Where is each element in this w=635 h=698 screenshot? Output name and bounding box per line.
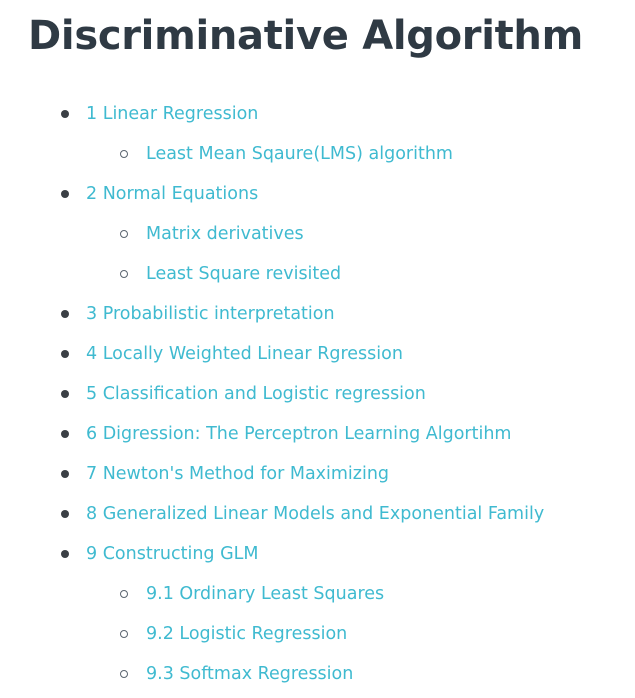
toc-item-logistic-regression: 9.2 Logistic Regression (0, 614, 635, 654)
disc-bullet-icon (61, 390, 69, 398)
toc-link-constructing-glm[interactable]: 9 Constructing GLM (86, 544, 259, 564)
page-title: Discriminative Algorithm (28, 13, 583, 59)
toc-link-least-square-revisited[interactable]: Least Square revisited (146, 264, 341, 284)
circle-bullet-icon (120, 630, 128, 638)
toc-link-linear-regression[interactable]: 1 Linear Regression (86, 104, 258, 124)
toc-link-perceptron[interactable]: 6 Digression: The Perceptron Learning Al… (86, 424, 511, 444)
toc-item-least-square-revisited: Least Square revisited (0, 254, 635, 294)
disc-bullet-icon (61, 110, 69, 118)
toc-item-classification-logistic: 5 Classification and Logistic regression (0, 374, 635, 414)
toc-item-lms-algorithm: Least Mean Sqaure(LMS) algorithm (0, 134, 635, 174)
disc-bullet-icon (61, 350, 69, 358)
toc-item-constructing-glm: 9 Constructing GLM (0, 534, 635, 574)
toc-link-probabilistic-interpretation[interactable]: 3 Probabilistic interpretation (86, 304, 335, 324)
circle-bullet-icon (120, 270, 128, 278)
toc-item-normal-equations: 2 Normal Equations (0, 174, 635, 214)
disc-bullet-icon (61, 190, 69, 198)
circle-bullet-icon (120, 230, 128, 238)
circle-bullet-icon (120, 150, 128, 158)
circle-bullet-icon (120, 590, 128, 598)
toc-link-generalized-linear-models[interactable]: 8 Generalized Linear Models and Exponent… (86, 504, 544, 524)
toc-link-ordinary-least-squares[interactable]: 9.1 Ordinary Least Squares (146, 584, 384, 604)
toc-item-linear-regression: 1 Linear Regression (0, 94, 635, 134)
disc-bullet-icon (61, 550, 69, 558)
toc-item-newtons-method: 7 Newton's Method for Maximizing (0, 454, 635, 494)
circle-bullet-icon (120, 670, 128, 678)
disc-bullet-icon (61, 310, 69, 318)
table-of-contents: 1 Linear Regression Least Mean Sqaure(LM… (0, 94, 635, 694)
toc-link-newtons-method[interactable]: 7 Newton's Method for Maximizing (86, 464, 389, 484)
toc-link-logistic-regression[interactable]: 9.2 Logistic Regression (146, 624, 347, 644)
toc-link-normal-equations[interactable]: 2 Normal Equations (86, 184, 258, 204)
toc-item-probabilistic-interpretation: 3 Probabilistic interpretation (0, 294, 635, 334)
toc-link-matrix-derivatives[interactable]: Matrix derivatives (146, 224, 304, 244)
toc-item-generalized-linear-models: 8 Generalized Linear Models and Exponent… (0, 494, 635, 534)
toc-link-locally-weighted-regression[interactable]: 4 Locally Weighted Linear Rgression (86, 344, 403, 364)
disc-bullet-icon (61, 510, 69, 518)
disc-bullet-icon (61, 470, 69, 478)
toc-link-lms-algorithm[interactable]: Least Mean Sqaure(LMS) algorithm (146, 144, 453, 164)
toc-link-softmax-regression[interactable]: 9.3 Softmax Regression (146, 664, 353, 684)
toc-item-ordinary-least-squares: 9.1 Ordinary Least Squares (0, 574, 635, 614)
toc-link-classification-logistic[interactable]: 5 Classification and Logistic regression (86, 384, 426, 404)
toc-item-perceptron: 6 Digression: The Perceptron Learning Al… (0, 414, 635, 454)
toc-item-matrix-derivatives: Matrix derivatives (0, 214, 635, 254)
disc-bullet-icon (61, 430, 69, 438)
toc-item-softmax-regression: 9.3 Softmax Regression (0, 654, 635, 694)
toc-item-locally-weighted-regression: 4 Locally Weighted Linear Rgression (0, 334, 635, 374)
